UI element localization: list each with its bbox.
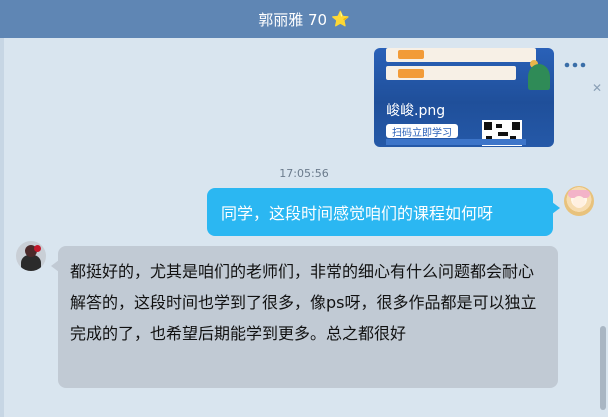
outgoing-message[interactable]: 同学，这段时间感觉咱们的课程如何呀	[207, 188, 560, 236]
avatar-face	[573, 196, 585, 208]
left-edge	[0, 38, 4, 417]
promo-footer	[386, 139, 526, 145]
more-dots-icon[interactable]	[560, 52, 590, 78]
avatar[interactable]	[564, 186, 594, 216]
avatar[interactable]	[16, 241, 46, 271]
star-icon: ⭐	[331, 10, 350, 28]
avatar-flower	[34, 245, 41, 252]
incoming-message[interactable]: 都挺好的，尤其是咱们的老师们，非常的细心有什么问题都会耐心解答的，这段时间也学到…	[51, 246, 558, 388]
image-message[interactable]: 峻峻.png 扫码立即学习	[374, 48, 554, 147]
decor-plant-icon	[528, 64, 550, 90]
window-title: 郭丽雅 70	[258, 10, 328, 29]
image-filename: 峻峻.png	[386, 103, 446, 119]
message-timestamp: 17:05:56	[279, 167, 329, 180]
scan-to-learn-label: 扫码立即学习	[386, 124, 458, 139]
scrollbar-thumb[interactable]	[600, 326, 606, 410]
title-bar: 郭丽雅 70 ⭐	[0, 0, 608, 38]
avatar-body	[21, 255, 41, 271]
promo-tag	[398, 69, 424, 78]
promo-tag	[398, 50, 424, 59]
